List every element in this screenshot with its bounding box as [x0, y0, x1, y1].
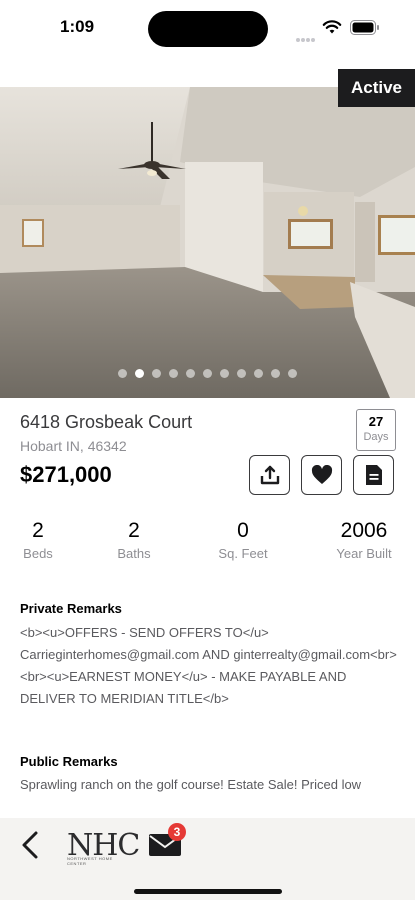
stat-label: Baths — [117, 546, 151, 561]
back-chevron-icon[interactable] — [20, 830, 40, 860]
pagination-dot[interactable] — [220, 369, 229, 378]
dynamic-island — [148, 11, 268, 47]
battery-icon — [350, 20, 379, 35]
heart-icon — [311, 465, 332, 484]
share-button[interactable] — [249, 455, 290, 495]
photo-pagination[interactable] — [0, 369, 415, 378]
pagination-dot[interactable] — [169, 369, 178, 378]
listing-price: $271,000 — [20, 462, 112, 487]
listing-photo[interactable] — [0, 87, 415, 398]
mail-badge: 3 — [168, 823, 186, 841]
signal-icon — [296, 29, 318, 42]
stat-value: 2006 — [340, 519, 388, 542]
pagination-dot[interactable] — [152, 369, 161, 378]
stat-year-built: 2006 Year Built — [329, 519, 399, 561]
room-illustration — [0, 87, 415, 398]
listing-address: 6418 Grosbeak Court — [20, 412, 193, 432]
brand-logo-subtext: NORTHWEST HOME CENTER — [67, 856, 113, 866]
pagination-dot[interactable] — [288, 369, 297, 378]
listing-stats: 2 Beds 2 Baths 0 Sq. Feet 2006 Year Buil… — [0, 519, 415, 565]
wifi-icon — [322, 20, 342, 34]
status-time: 1:09 — [60, 17, 95, 36]
public-remarks-text: Sprawling ranch on the golf course! Esta… — [20, 777, 362, 792]
stat-beds: 2 Beds — [19, 519, 57, 561]
stat-value: 0 — [237, 519, 249, 542]
stat-baths: 2 Baths — [108, 519, 160, 561]
stat-label: Beds — [23, 546, 53, 561]
pagination-dot[interactable] — [186, 369, 195, 378]
stat-sqft: 0 Sq. Feet — [209, 519, 277, 561]
listing-city: Hobart IN, 46342 — [20, 438, 127, 454]
days-value: 27 — [368, 414, 384, 429]
pagination-dot[interactable] — [254, 369, 263, 378]
stat-label: Year Built — [336, 546, 392, 561]
pagination-dot[interactable] — [271, 369, 280, 378]
status-badge: Active — [337, 69, 415, 107]
stat-value: 2 — [32, 519, 44, 542]
pagination-dot[interactable] — [135, 369, 144, 378]
document-icon — [365, 465, 382, 485]
bottom-bar: NHC NORTHWEST HOME CENTER 3 — [0, 818, 415, 900]
pagination-dot[interactable] — [118, 369, 127, 378]
home-indicator — [134, 889, 282, 894]
private-remarks-title: Private Remarks — [20, 601, 122, 616]
private-remarks-text: <b><u>OFFERS - SEND OFFERS TO</u> Carrie… — [20, 625, 397, 706]
document-button[interactable] — [353, 455, 394, 495]
days-label: Days — [363, 431, 389, 443]
stat-label: Sq. Feet — [218, 546, 268, 561]
status-bar: 1:09 — [0, 0, 415, 56]
pagination-dot[interactable] — [203, 369, 212, 378]
pagination-dot[interactable] — [237, 369, 246, 378]
favorite-button[interactable] — [301, 455, 342, 495]
public-remarks-title: Public Remarks — [20, 754, 118, 769]
share-icon — [260, 465, 279, 485]
days-on-market: 27 Days — [356, 409, 396, 451]
stat-value: 2 — [128, 519, 140, 542]
